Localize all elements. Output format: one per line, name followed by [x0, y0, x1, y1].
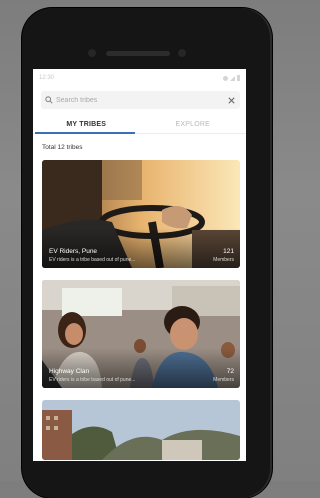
wifi-icon: [223, 75, 228, 81]
tribe-card[interactable]: EV Riders, Pune EV riders is a tribe bas…: [42, 160, 240, 268]
earpiece: [106, 51, 170, 56]
signal-icon: [230, 75, 235, 81]
status-icons: [223, 75, 240, 81]
search-input[interactable]: [53, 96, 227, 104]
app-screen: 12:30 MY TRIBES EXPLORE Total 12 tribes: [33, 69, 246, 461]
tribe-description: EV riders is a tribe based out of pune..…: [49, 257, 136, 263]
search-bar: [41, 91, 240, 109]
close-icon[interactable]: [227, 96, 236, 105]
tribe-card[interactable]: Highway Clan EV riders is a tribe based …: [42, 280, 240, 388]
tab-bar: MY TRIBES EXPLORE: [33, 115, 246, 134]
tribe-cover-image: [42, 400, 240, 460]
front-camera-icon: [88, 49, 96, 57]
tribe-name: Highway Clan: [49, 368, 90, 375]
tab-explore[interactable]: EXPLORE: [140, 115, 247, 133]
status-time: 12:30: [39, 75, 55, 81]
sensor-icon: [178, 49, 186, 57]
search-icon: [45, 96, 53, 104]
member-count: 72: [226, 368, 234, 375]
active-tab-indicator: [35, 132, 135, 134]
member-count: 121: [223, 248, 234, 255]
members-label: Members: [213, 257, 234, 263]
tribe-description: EV riders is a tribe based out of pune..…: [49, 377, 136, 383]
total-tribes-label: Total 12 tribes: [42, 144, 83, 151]
tribe-name: EV Riders, Pune: [49, 248, 98, 255]
tab-my-tribes[interactable]: MY TRIBES: [33, 115, 140, 133]
members-label: Members: [213, 377, 234, 383]
tribe-card[interactable]: [42, 400, 240, 460]
status-bar: 12:30: [33, 69, 246, 87]
battery-icon: [237, 75, 240, 81]
